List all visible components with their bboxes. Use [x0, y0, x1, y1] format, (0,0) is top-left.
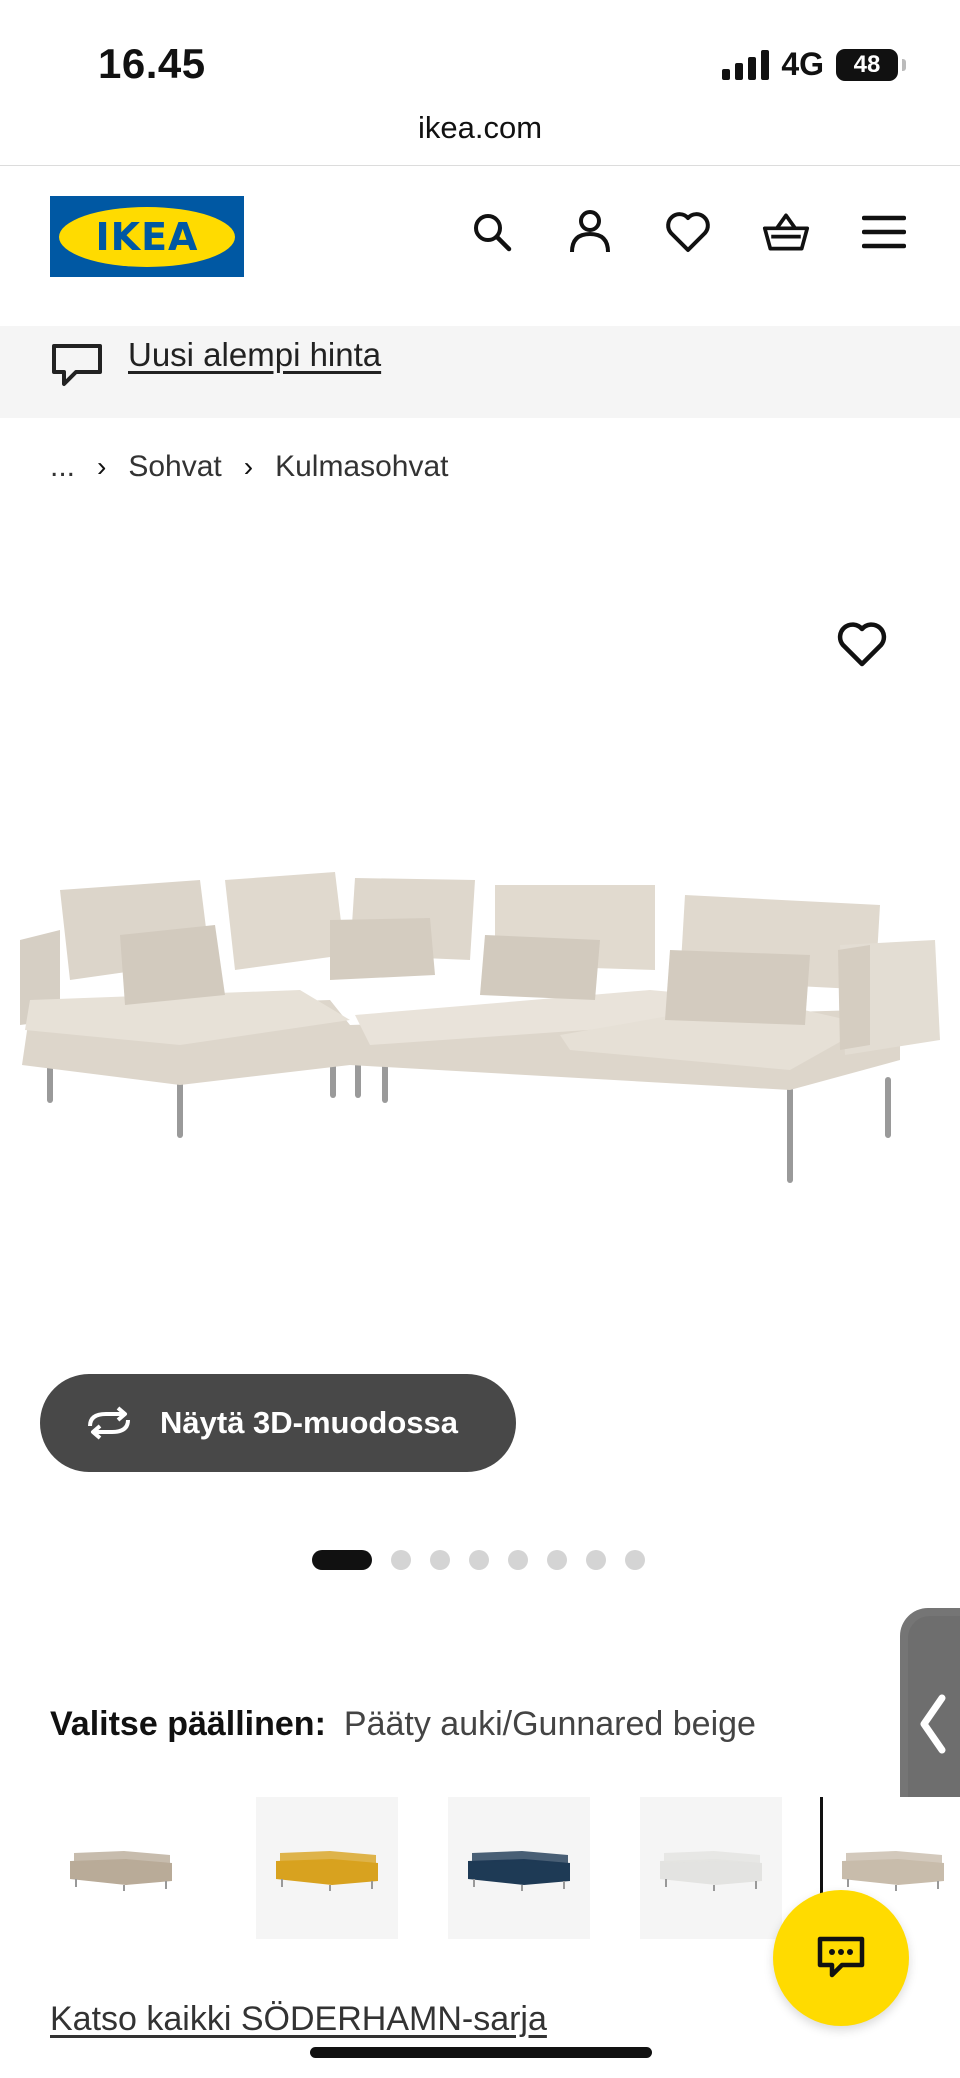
see-all-series-link[interactable]: Katso kaikki SÖDERHAMN-sarja: [50, 2000, 547, 2039]
carousel-dot[interactable]: [469, 1550, 489, 1570]
breadcrumb: ... › Sohvat › Kulmasohvat: [50, 450, 449, 484]
carousel-dot[interactable]: [391, 1550, 411, 1570]
price-notice-banner: Uusi alempi hinta: [0, 326, 960, 418]
signal-icon: [722, 49, 770, 80]
carousel-dot[interactable]: [430, 1550, 450, 1570]
carousel-dot[interactable]: [312, 1550, 372, 1570]
search-icon[interactable]: [468, 208, 516, 256]
rotate-3d-icon: [88, 1406, 130, 1440]
new-lower-price-link[interactable]: Uusi alempi hinta: [128, 336, 381, 374]
view-3d-button[interactable]: Näytä 3D-muodossa: [40, 1374, 516, 1472]
battery-level: 48: [853, 50, 881, 78]
sofa-thumbnail: [276, 1851, 378, 1891]
logo-text: IKEA: [95, 214, 199, 259]
sofa-thumbnail: [70, 1851, 172, 1891]
sofa-image: [20, 872, 940, 1183]
carousel-indicator: [312, 1550, 645, 1570]
carousel-dot[interactable]: [508, 1550, 528, 1570]
chevron-left-icon: [920, 1694, 946, 1754]
status-indicators: 4G 48: [722, 46, 906, 83]
favourite-heart-icon[interactable]: [837, 622, 887, 672]
breadcrumb-item-kulmasohvat[interactable]: Kulmasohvat: [275, 450, 448, 484]
carousel-dot[interactable]: [586, 1550, 606, 1570]
breadcrumb-ellipsis[interactable]: ...: [50, 450, 75, 484]
sofa-thumbnail: [468, 1851, 570, 1891]
url-bar[interactable]: ikea.com: [0, 110, 960, 166]
battery-icon: 48: [836, 48, 906, 81]
ikea-logo[interactable]: IKEA: [50, 196, 244, 277]
view-3d-label: Näytä 3D-muodossa: [160, 1405, 459, 1440]
basket-icon[interactable]: [762, 208, 810, 256]
network-type: 4G: [781, 46, 824, 82]
site-header: IKEA: [0, 166, 960, 324]
variant-swatch[interactable]: [640, 1797, 782, 1939]
status-bar: 16.45 4G 48: [0, 0, 960, 120]
variant-swatch[interactable]: [256, 1797, 398, 1939]
chat-icon: [817, 1936, 865, 1978]
menu-icon[interactable]: [860, 208, 908, 256]
variant-swatch[interactable]: [50, 1797, 192, 1939]
header-actions: [468, 208, 908, 256]
carousel-dot[interactable]: [547, 1550, 567, 1570]
carousel-dot[interactable]: [625, 1550, 645, 1570]
chevron-right-icon: ›: [97, 451, 107, 482]
variant-swatch[interactable]: [448, 1797, 590, 1939]
logo-oval: IKEA: [59, 206, 235, 267]
variant-selector-label: Valitse päällinen: Pääty auki/Gunnared b…: [50, 1705, 756, 1744]
profile-icon[interactable]: [566, 208, 614, 256]
chat-button[interactable]: [773, 1890, 909, 2026]
speech-bubble-icon: [50, 340, 104, 395]
sofa-thumbnail: [841, 1851, 944, 1891]
home-indicator: [310, 2047, 652, 2058]
breadcrumb-item-sohvat[interactable]: Sohvat: [128, 450, 221, 484]
variant-value: Pääty auki/Gunnared beige: [343, 1705, 756, 1743]
chevron-right-icon: ›: [243, 451, 254, 482]
sofa-thumbnail: [660, 1851, 762, 1891]
heart-icon[interactable]: [664, 208, 712, 256]
variant-key: Valitse päällinen:: [50, 1705, 326, 1743]
status-time: 16.45: [98, 40, 206, 87]
